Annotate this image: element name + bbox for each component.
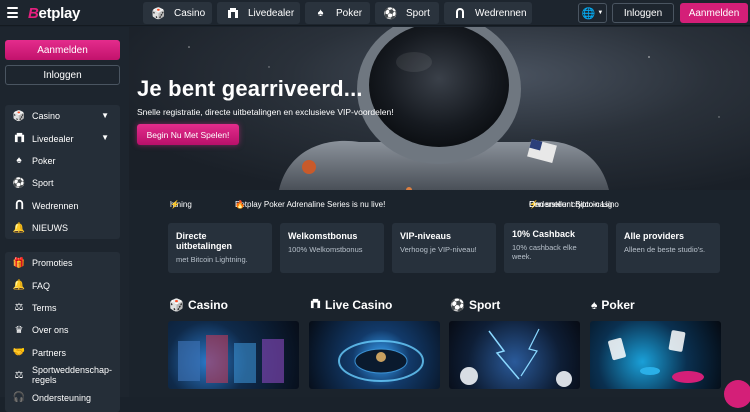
sidebar-games-group: 🎲 Casino ▼ Livedealer ▼ ♠ Poker ⚽ Sport …	[5, 105, 120, 239]
sidebar: Aanmelden Inloggen 🎲 Casino ▼ Livedealer…	[0, 27, 129, 412]
sidebar-info-group: 🎁 Promoties 🔔 FAQ ⚖ Terms ♛ Over ons 🤝 P…	[5, 252, 120, 412]
signup-button[interactable]: Aanmelden	[680, 3, 748, 23]
tab-livedealer[interactable]: Livedealer	[217, 2, 300, 24]
sidebar-item-casino[interactable]: 🎲 Casino ▼	[5, 105, 120, 127]
logo[interactable]: Betplay	[28, 5, 80, 22]
tab-wedrennen[interactable]: Wedrennen	[444, 2, 532, 24]
hero-subtitle: Snelle registratie, directe uitbetalinge…	[137, 107, 394, 117]
spade-icon: ♠	[317, 7, 324, 19]
main-content: Je bent gearriveerd... Snelle registrati…	[129, 27, 750, 397]
category-poker-heading[interactable]: ♠ Poker	[591, 298, 635, 312]
tab-poker[interactable]: ♠ Poker	[305, 2, 370, 24]
gift-icon: 🎁	[12, 257, 26, 269]
casino-icon: 🎲	[151, 7, 166, 20]
bell-icon: 🔔	[12, 280, 26, 292]
casino-icon: 🎲	[12, 110, 26, 122]
feature-card: 10% Cashback 10% cashback elke week.	[504, 223, 608, 273]
live-casino-thumbnail[interactable]	[309, 321, 440, 389]
category-live-casino-heading[interactable]: Live Casino	[310, 298, 392, 312]
menu-icon[interactable]	[7, 7, 18, 18]
soccer-ball-icon: ⚽	[12, 177, 26, 189]
tab-casino[interactable]: 🎲 Casino	[143, 2, 212, 24]
handshake-icon: 🤝	[12, 347, 26, 359]
lightning-icon: ⚡	[170, 200, 180, 209]
chevron-down-icon: ▼	[597, 10, 604, 16]
livedealer-icon	[12, 132, 26, 146]
sidebar-item-sportweddenschap-regels[interactable]: ⚖ Sportweddenschap-regels	[5, 364, 120, 386]
sidebar-item-livedealer[interactable]: Livedealer ▼	[5, 127, 120, 149]
sidebar-item-terms[interactable]: ⚖ Terms	[5, 297, 120, 319]
tab-sport[interactable]: ⚽ Sport	[375, 2, 439, 24]
category-casino-heading[interactable]: 🎲 Casino	[169, 298, 228, 312]
sidebar-item-sport[interactable]: ⚽ Sport	[5, 172, 120, 194]
livedealer-icon	[226, 7, 239, 20]
sidebar-item-poker[interactable]: ♠ Poker	[5, 150, 120, 172]
headset-icon: 🎧	[12, 392, 26, 404]
globe-icon: 🌐	[581, 7, 596, 20]
sidebar-item-promoties[interactable]: 🎁 Promoties	[5, 252, 120, 274]
casino-thumbnail[interactable]	[168, 321, 299, 389]
horseshoe-icon	[12, 199, 26, 213]
soccer-ball-icon: ⚽	[450, 298, 465, 312]
spade-icon: ♠	[591, 298, 598, 312]
balance-scale-icon: ⚖	[14, 369, 24, 381]
chevron-down-icon: ▼	[101, 111, 109, 120]
chat-button[interactable]	[724, 380, 750, 408]
feature-card: Welkomstbonus 100% Welkomstbonus	[280, 223, 384, 273]
casino-icon: 🎲	[169, 298, 184, 312]
horseshoe-icon	[453, 7, 466, 20]
sidebar-item-faq[interactable]: 🔔 FAQ	[5, 274, 120, 296]
news-ticker[interactable]: htning ⚡ 🔥 Betplay Poker Adrenaline Seri…	[129, 190, 750, 209]
feature-card: Directe uitbetalingen met Bitcoin Lightn…	[168, 223, 272, 273]
hero-banner[interactable]: Je bent gearriveerd... Snelle registrati…	[129, 27, 750, 190]
bell-icon: 🔔	[12, 222, 26, 234]
spade-icon: ♠	[16, 155, 22, 167]
hero-cta-button[interactable]: Begin Nu Met Spelen!	[137, 124, 239, 145]
sidebar-item-over-ons[interactable]: ♛ Over ons	[5, 319, 120, 341]
livedealer-icon	[310, 298, 321, 312]
balance-scale-icon: ⚖	[14, 302, 24, 314]
soccer-ball-icon: ⚽	[383, 7, 398, 20]
sidebar-signup-button[interactable]: Aanmelden	[5, 40, 120, 60]
sidebar-login-button[interactable]: Inloggen	[5, 65, 120, 85]
hero-title: Je bent gearriveerd...	[137, 76, 363, 101]
sport-thumbnail[interactable]	[449, 321, 580, 389]
fire-icon: 🔥	[235, 200, 245, 209]
category-sport-heading[interactable]: ⚽ Sport	[450, 298, 500, 312]
feature-card: VIP-niveaus Verhoog je VIP-niveau!	[392, 223, 496, 273]
sidebar-item-ondersteuning[interactable]: 🎧 Ondersteuning	[5, 386, 120, 408]
crown-icon: ♛	[14, 324, 24, 336]
sidebar-item-partners[interactable]: 🤝 Partners	[5, 342, 120, 364]
login-button[interactable]: Inloggen	[612, 3, 674, 23]
sidebar-item-wedrennen[interactable]: Wedrennen	[5, 195, 120, 217]
feature-card: Alle providers Alleen de beste studio's.	[616, 223, 720, 273]
chevron-down-icon: ▼	[101, 133, 109, 143]
poker-thumbnail[interactable]	[590, 321, 721, 389]
top-bar: Betplay 🎲 Casino Livedealer ♠ Poker ⚽ Sport…	[0, 0, 750, 26]
sidebar-item-nieuws[interactable]: 🔔 NIEUWS	[5, 217, 120, 239]
language-selector[interactable]: 🌐 ▼	[578, 3, 607, 23]
logo-text: etplay	[38, 5, 81, 22]
